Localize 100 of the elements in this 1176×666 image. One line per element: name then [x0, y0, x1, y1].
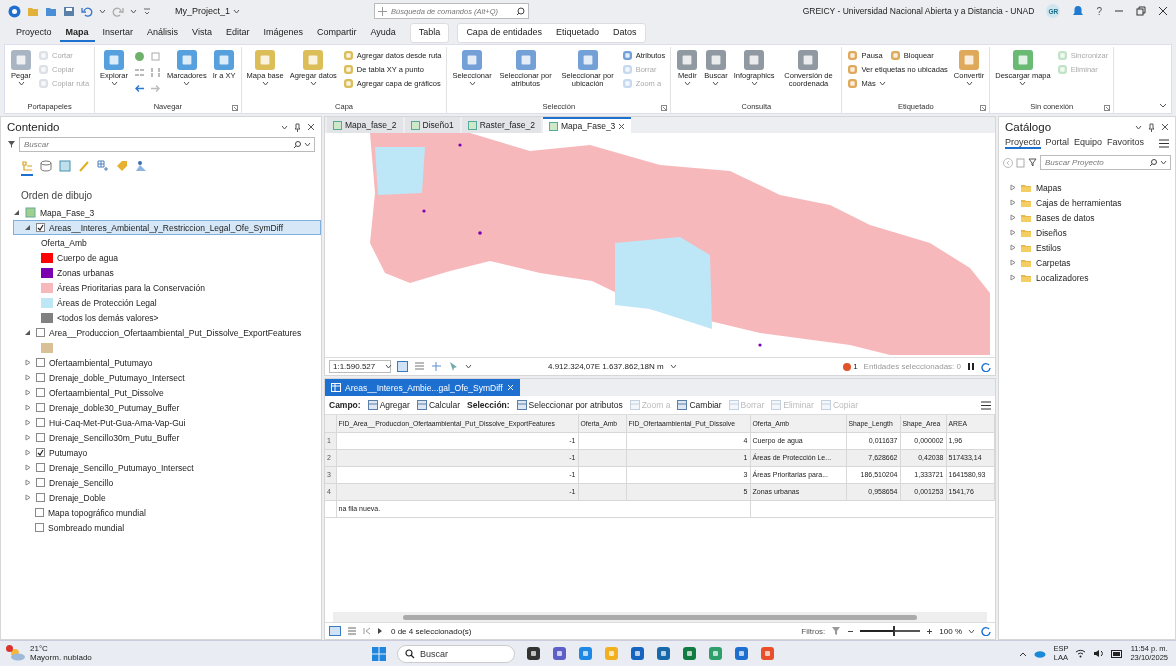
close-icon[interactable]	[1158, 6, 1168, 16]
layer-row[interactable]: Mapa topográfico mundial	[13, 505, 321, 520]
layer-row[interactable]: Hui-Caq-Met-Put-Gua-Ama-Vap-Gui	[13, 415, 321, 430]
wifi-icon[interactable]	[1075, 649, 1087, 658]
grid-icon[interactable]	[134, 67, 146, 78]
close-icon[interactable]	[307, 123, 315, 131]
filter-icon[interactable]	[1028, 158, 1037, 167]
layer-checkbox[interactable]	[36, 433, 45, 442]
layer-checkbox[interactable]	[36, 403, 45, 412]
toolbar-button[interactable]: Calcular	[416, 400, 461, 410]
view-toggle[interactable]	[21, 160, 33, 176]
layer-checkbox[interactable]	[36, 358, 45, 367]
ribbon-tab[interactable]: Datos	[607, 24, 643, 42]
close-icon[interactable]	[618, 122, 626, 130]
triangle-icon[interactable]	[24, 434, 31, 441]
right-arrow-icon[interactable]	[150, 83, 162, 94]
snap-icon[interactable]	[431, 361, 442, 372]
battery-icon[interactable]	[1111, 649, 1124, 658]
layer-checkbox[interactable]	[36, 493, 45, 502]
catalog-item[interactable]: Carpetas	[1009, 255, 1175, 270]
back-icon[interactable]	[1003, 157, 1013, 168]
layer-checkbox[interactable]	[36, 328, 45, 337]
toolbar-button[interactable]: Seleccionar por atributos	[516, 400, 623, 410]
folder-icon[interactable]	[45, 5, 57, 17]
layer-checkbox[interactable]	[36, 478, 45, 487]
search-field[interactable]: Buscar	[19, 137, 315, 152]
ribbon-tab[interactable]: Proyecto	[10, 24, 58, 42]
grid-icon[interactable]	[414, 361, 425, 372]
layer-row[interactable]: Ofertaambiental_Put_Dissolve	[13, 385, 321, 400]
catalog-tab[interactable]: Equipo	[1074, 137, 1103, 149]
map-tab[interactable]: Raster_fase_2	[461, 117, 541, 133]
app-icon[interactable]	[526, 646, 541, 661]
windows-start-icon[interactable]	[372, 646, 386, 661]
triangle-icon[interactable]	[1009, 259, 1016, 266]
grid-icon[interactable]	[150, 67, 162, 78]
layer-checkbox[interactable]	[36, 448, 45, 457]
triangle-icon[interactable]	[24, 494, 31, 501]
layer-checkbox[interactable]	[36, 373, 45, 382]
triangle-icon[interactable]	[1009, 244, 1016, 251]
layer-row[interactable]: Area__Produccion_Ofertaambiental_Put_Dissolve_ExportFeatures	[13, 325, 321, 340]
launcher-icon[interactable]	[231, 105, 238, 111]
triangle-icon[interactable]	[24, 329, 31, 336]
pin-icon[interactable]	[294, 122, 301, 132]
triangle-icon[interactable]	[1009, 184, 1016, 191]
app-icon[interactable]	[630, 646, 645, 661]
speaker-icon[interactable]	[1093, 649, 1105, 658]
ribbon-tab[interactable]: Compartir	[311, 24, 363, 42]
launcher-icon[interactable]	[661, 105, 668, 111]
grid-icon[interactable]	[397, 361, 408, 372]
triangle-icon[interactable]	[24, 389, 31, 396]
search-field[interactable]: Buscar Proyecto	[1040, 155, 1171, 170]
triangle-icon[interactable]	[24, 374, 31, 381]
pause-icon[interactable]	[967, 362, 975, 371]
triangle-icon[interactable]	[13, 209, 20, 216]
refresh-icon[interactable]	[981, 626, 991, 636]
menu-icon[interactable]	[1159, 138, 1169, 148]
layer-row[interactable]: Drenaje_doble_Putumayo_Intersect	[13, 370, 321, 385]
layer-checkbox[interactable]	[36, 388, 45, 397]
layer-row[interactable]: Drenaje_Sencillo_Putumayo_Intersect	[13, 460, 321, 475]
triangle-icon[interactable]	[1009, 274, 1016, 281]
collapse-icon[interactable]	[1159, 103, 1167, 109]
triangle-icon[interactable]	[24, 419, 31, 426]
toolbar-button[interactable]: Cambiar	[677, 400, 722, 410]
layer-row[interactable]: Sombreado mundial	[13, 520, 321, 535]
catalog-item[interactable]: Cajas de herramientas	[1009, 195, 1175, 210]
layer-row[interactable]: Drenaje_Sencillo30m_Putu_Buffer	[13, 430, 321, 445]
project-menu[interactable]: My_Project_1	[175, 6, 241, 16]
pin-icon[interactable]	[1148, 122, 1155, 132]
triangle-icon[interactable]	[1009, 229, 1016, 236]
layer-checkbox[interactable]	[35, 523, 44, 532]
map-tab[interactable]: Mapa_Fase_3	[543, 117, 632, 133]
ribbon-tab[interactable]: Etiquetado	[549, 24, 605, 42]
catalog-tab[interactable]: Proyecto	[1005, 137, 1041, 149]
menu-icon[interactable]	[981, 400, 991, 410]
square-icon[interactable]	[150, 51, 162, 62]
refresh-icon[interactable]	[981, 361, 991, 372]
globe-icon[interactable]	[134, 51, 146, 62]
plus-icon[interactable]	[926, 627, 934, 635]
triangle-icon[interactable]	[24, 479, 31, 486]
scale-dropdown[interactable]: 1:1.590.527	[329, 360, 391, 373]
triangle-icon[interactable]	[24, 464, 31, 471]
layer-checkbox[interactable]	[35, 508, 44, 517]
left-arrow-icon[interactable]	[134, 83, 146, 94]
catalog-item[interactable]: Bases de datos	[1009, 210, 1175, 225]
triangle-icon[interactable]	[1009, 214, 1016, 221]
app-icon[interactable]	[552, 646, 567, 661]
cursor-icon[interactable]	[448, 361, 459, 372]
ribbon-tab[interactable]: Insertar	[96, 24, 140, 42]
catalog-item[interactable]: Mapas	[1009, 180, 1175, 195]
cloud-icon[interactable]	[1034, 649, 1047, 658]
triangle-icon[interactable]	[24, 449, 31, 456]
bell-icon[interactable]	[1072, 5, 1085, 17]
chevron-up-icon[interactable]	[1019, 650, 1028, 657]
catalog-item[interactable]: Estilos	[1009, 240, 1175, 255]
triangle-icon[interactable]	[24, 224, 31, 231]
help-button[interactable]: ?	[1096, 5, 1102, 17]
error-icon[interactable]	[843, 362, 852, 371]
layer-checkbox[interactable]	[36, 418, 45, 427]
filter-icon[interactable]	[7, 140, 16, 149]
layer-row[interactable]: Drenaje_Sencillo	[13, 475, 321, 490]
